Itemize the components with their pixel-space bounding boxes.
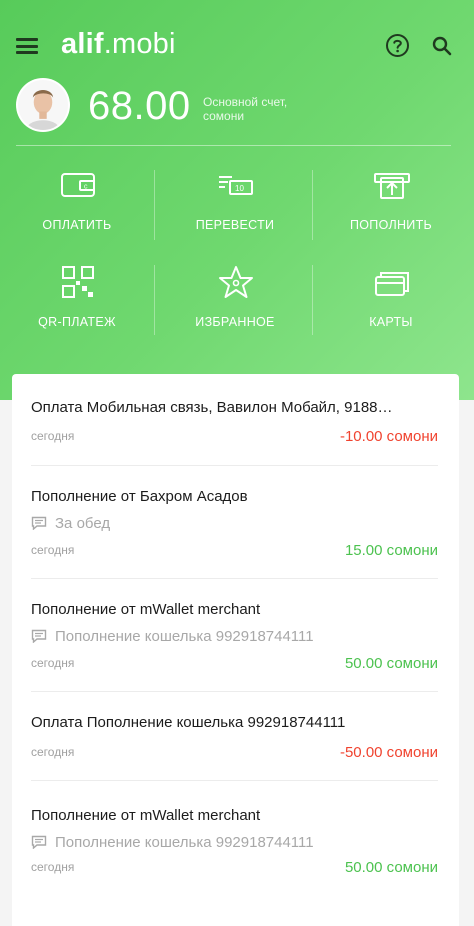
transaction-title: Пополнение от Бахром Асадов [31,488,248,505]
balance-amount: 68.00 [88,84,191,128]
transaction-comment: Пополнение кошелька 992918744111 [31,628,314,645]
transaction-comment-text: За обед [55,515,111,532]
action-topup-button[interactable]: ПОПОЛНИТЬ [316,160,466,250]
avatar[interactable] [16,78,70,132]
svg-text:10: 10 [235,184,244,193]
transaction-amount: -10.00 сомони [339,428,438,445]
action-transfer-button[interactable]: 10 ПЕРЕВЕСТИ [160,160,310,250]
svg-text:c: c [84,184,88,191]
brand-bold: alif [61,28,104,60]
action-favorites-button[interactable]: ИЗБРАННОЕ [160,257,310,347]
transaction-date: сегодня [31,745,75,759]
comment-icon [31,516,47,530]
topup-icon [374,173,410,199]
action-pay-label: ОПЛАТИТЬ [42,218,112,232]
transaction-date: сегодня [31,543,75,557]
transactions-list: Оплата Мобильная связь, Вавилон Мобайл, … [12,374,459,926]
list-divider [31,780,438,781]
qr-icon [62,266,94,298]
star-icon [219,266,253,298]
transaction-amount: 50.00 сомони [344,859,438,876]
quick-actions: c ОПЛАТИТЬ 10 ПЕРЕВЕСТИ ПОПОЛНИТЬ QR-ПЛА… [0,160,474,360]
header-divider [16,145,451,146]
transaction-item[interactable]: Оплата Пополнение кошелька 992918744111 … [31,714,438,774]
action-divider [312,170,313,240]
wallet-icon: c [61,173,95,197]
brand-logo: alif.mobi [61,28,176,61]
action-cards-button[interactable]: КАРТЫ [316,257,466,347]
transaction-title: Оплата Мобильная связь, Вавилон Мобайл, … [31,399,393,416]
transaction-date: сегодня [31,429,75,443]
action-qr-label: QR-ПЛАТЕЖ [38,315,116,329]
comment-icon [31,629,47,643]
action-cards-label: КАРТЫ [369,315,413,329]
comment-icon [31,835,47,849]
transaction-item[interactable]: Оплата Мобильная связь, Вавилон Мобайл, … [31,399,438,459]
action-divider [154,265,155,335]
transaction-amount: -50.00 сомони [339,744,438,761]
action-favorites-label: ИЗБРАННОЕ [195,315,275,329]
transaction-title: Пополнение от mWallet merchant [31,601,261,618]
list-divider [31,465,438,466]
header: alif.mobi 68.00 Основной счет, сомони c … [0,0,474,400]
transaction-comment-text: Пополнение кошелька 992918744111 [55,628,314,645]
transaction-comment: Пополнение кошелька 992918744111 [31,834,314,851]
brand-light: .mobi [103,28,176,60]
transaction-amount: 50.00 сомони [344,655,438,672]
search-icon[interactable] [431,35,453,57]
balance-label: Основной счет, сомони [203,95,288,123]
action-divider [312,265,313,335]
action-qr-button[interactable]: QR-ПЛАТЕЖ [2,257,152,347]
transfer-icon: 10 [219,176,253,195]
action-divider [154,170,155,240]
list-divider [31,578,438,579]
transaction-item[interactable]: Пополнение от mWallet merchant Пополнени… [31,601,438,672]
action-transfer-label: ПЕРЕВЕСТИ [195,218,275,232]
transaction-comment-text: Пополнение кошелька 992918744111 [55,834,314,851]
transaction-item[interactable]: Пополнение от mWallet merchant Пополнени… [31,807,438,877]
list-divider [31,691,438,692]
action-topup-label: ПОПОЛНИТЬ [349,218,433,232]
account-summary: 68.00 Основной счет, сомони [0,76,474,136]
transaction-comment: За обед [31,515,110,532]
cards-icon [375,272,409,296]
top-bar: alif.mobi [0,22,474,68]
transaction-item[interactable]: Пополнение от Бахром Асадов За обед сего… [31,488,438,559]
transaction-date: сегодня [31,656,75,670]
help-icon[interactable] [385,33,410,58]
app-screen: alif.mobi 68.00 Основной счет, сомони c … [0,0,474,926]
transaction-amount: 15.00 сомони [344,542,438,559]
transaction-title: Оплата Пополнение кошелька 992918744111 [31,714,346,731]
menu-icon[interactable] [16,38,38,54]
transaction-date: сегодня [31,860,75,874]
transaction-title: Пополнение от mWallet merchant [31,807,261,824]
action-pay-button[interactable]: c ОПЛАТИТЬ [2,160,152,250]
